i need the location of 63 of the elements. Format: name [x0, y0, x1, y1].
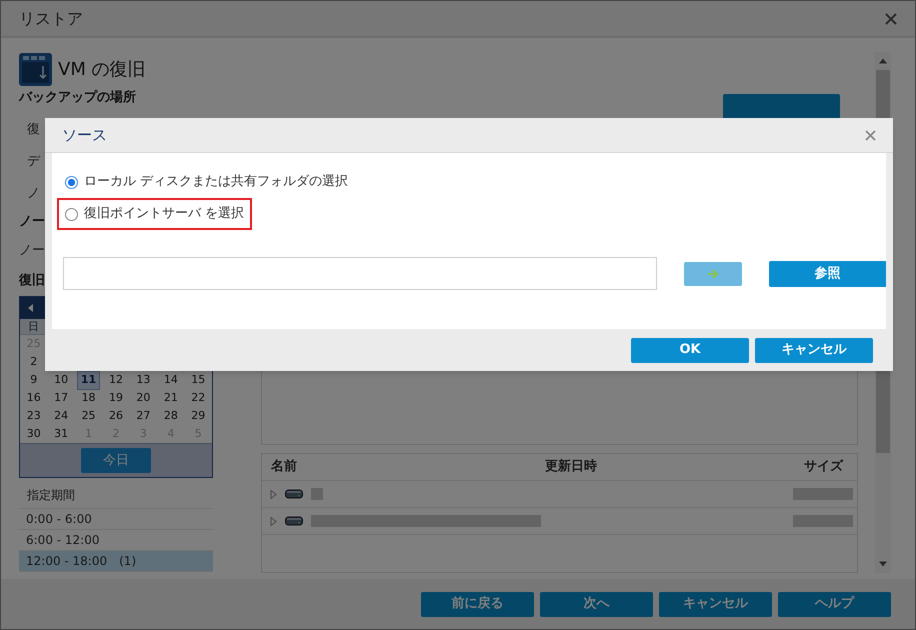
page-heading: VM の復旧 [58, 58, 146, 82]
calendar-day[interactable]: 31 [51, 426, 72, 442]
calendar-day[interactable]: 21 [160, 390, 181, 406]
calendar-day[interactable]: 25 [78, 408, 99, 424]
browse-button[interactable]: 参照 [769, 260, 886, 286]
calendar-day[interactable]: 22 [188, 390, 208, 406]
dialog-title: ソース [62, 124, 107, 146]
calendar-day[interactable]: 30 [24, 426, 44, 442]
expand-icon[interactable] [270, 516, 277, 526]
field-label: 復 [27, 120, 40, 138]
period-heading: 指定期間 [27, 487, 75, 504]
expand-icon[interactable] [270, 490, 277, 498]
field-label: デ [27, 152, 40, 170]
calendar-day[interactable]: 19 [106, 390, 126, 406]
blurred-size [793, 515, 853, 527]
today-button[interactable]: 今日 [81, 448, 151, 473]
vm-icon [19, 52, 52, 86]
calendar-day[interactable]: 28 [160, 408, 181, 424]
calendar-day[interactable]: 10 [51, 372, 72, 388]
footer-button[interactable]: キャンセル [659, 592, 772, 616]
calendar-day[interactable]: 17 [51, 390, 72, 406]
close-icon[interactable] [885, 12, 897, 24]
calendar-day[interactable]: 12 [106, 372, 126, 388]
calendar-day[interactable]: 16 [24, 390, 44, 406]
window-title: リストア [19, 8, 83, 30]
footer-button[interactable]: 前に戻る [421, 592, 534, 616]
section-heading: ノー [19, 212, 45, 230]
footer-button[interactable]: 次へ [540, 592, 653, 616]
calendar-day[interactable]: 15 [188, 372, 208, 388]
radio-button[interactable] [65, 176, 78, 188]
calendar-day[interactable]: 18 [78, 390, 99, 406]
blurred-size [793, 488, 853, 500]
column-header[interactable]: サイズ [804, 457, 857, 477]
arrow-icon [707, 268, 719, 278]
dialog-button[interactable]: OK [631, 338, 749, 362]
blurred-name [311, 488, 323, 500]
weekday-label: 日 [27, 319, 40, 335]
radio-label[interactable]: ローカル ディスクまたは共有フォルダの選択 [84, 172, 348, 192]
calendar-day[interactable]: 20 [133, 390, 154, 406]
calendar-day[interactable]: 9 [27, 372, 40, 388]
path-field[interactable] [63, 257, 657, 290]
field-label: ノー [19, 242, 45, 260]
column-header[interactable]: 更新日時 [545, 457, 705, 477]
calendar-day[interactable]: 11 [76, 371, 100, 390]
column-header[interactable]: 名前 [262, 457, 545, 477]
close-icon[interactable] [865, 130, 876, 140]
radio-label[interactable]: 復旧ポイントサーバ を選択 [84, 204, 244, 224]
section-heading: 復旧 [19, 272, 45, 290]
calendar-day[interactable]: 23 [24, 408, 44, 424]
calendar-day[interactable]: 26 [106, 408, 126, 424]
dialog-button[interactable]: キャンセル [755, 338, 873, 362]
footer-button[interactable]: ヘルプ [778, 592, 891, 616]
period-item[interactable]: 12:00 - 18:00 (1) [19, 551, 213, 572]
calendar-day[interactable]: 29 [188, 408, 208, 424]
calendar-day[interactable]: 2 [27, 354, 40, 370]
field-label: ノ [27, 184, 40, 202]
radio-button[interactable] [65, 208, 78, 220]
calendar-day[interactable]: 24 [51, 408, 72, 424]
section-heading: バックアップの場所 [19, 88, 137, 107]
calendar-day[interactable]: 14 [160, 372, 181, 388]
calendar-day[interactable]: 27 [133, 408, 154, 424]
previous-month-icon[interactable] [28, 304, 34, 312]
calendar-day[interactable]: 13 [133, 372, 154, 388]
